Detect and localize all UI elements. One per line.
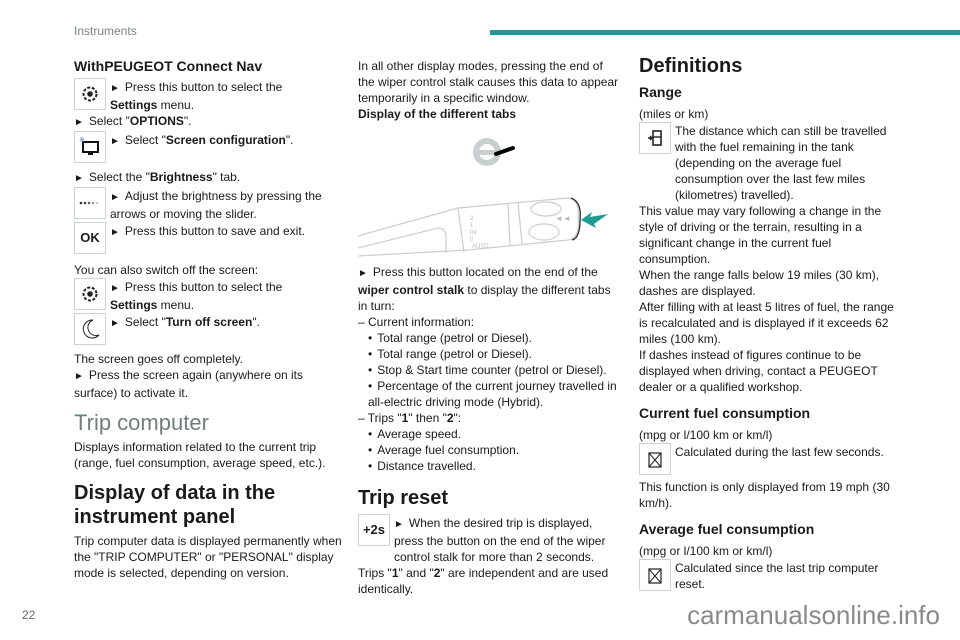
brightness-slider-icon — [74, 187, 106, 219]
screen-off-text: The screen goes off completely. — [74, 352, 243, 366]
trip-reset-heading: Trip reset — [358, 487, 449, 509]
ok-button-icon: OK — [74, 222, 106, 254]
step-settings: Press this button to select theSettings … — [74, 78, 342, 113]
step-screen-config: Select "Screen configuration". — [74, 131, 342, 163]
column-1: WithPEUGEOT Connect Nav Press this butto… — [74, 58, 342, 581]
column-3: Definitions Range (miles or km) The dist… — [639, 55, 899, 592]
steering-wheel-icon — [473, 138, 515, 166]
range-dashes: When the range falls below 19 miles (30 … — [639, 268, 880, 298]
list-item: Average speed. — [358, 426, 620, 442]
step-brightness-tab: Select the "Brightness" tab. — [74, 169, 342, 187]
teal-arrow-icon — [581, 212, 608, 228]
list-item: Distance travelled. — [358, 458, 620, 474]
current-info-label: – Current information: — [358, 315, 475, 329]
trips-independent: Trips "1" and "2" are independent and ar… — [358, 566, 609, 596]
fuel-pump-icon — [639, 122, 671, 154]
step-turn-off: Select "Turn off screen". — [74, 313, 342, 345]
average-consumption-heading: Average fuel consumption — [639, 521, 815, 537]
hold-2s-icon: +2s — [358, 514, 390, 546]
jerrycan-icon — [639, 443, 671, 475]
svg-text:AUTO: AUTO — [472, 244, 489, 250]
switch-off-intro: You can also switch off the screen: — [74, 263, 259, 277]
range-definition: The distance which can still be travelle… — [639, 122, 899, 203]
step-ok: OK Press this button to save and exit. — [74, 222, 342, 254]
list-item: Percentage of the current journey travel… — [358, 378, 620, 410]
settings-gear-icon — [74, 78, 106, 110]
moon-icon — [74, 313, 106, 345]
current-note: This function is only displayed from 19 … — [639, 480, 890, 510]
list-item: Total range (petrol or Diesel). — [358, 346, 620, 362]
wiper-stalk-illustration: 2 1 Int 0 AUTO ◄◄ — [357, 128, 620, 258]
ok-text: Press this button to save and exit. — [124, 224, 306, 238]
step-settings-2: Press this button to select theSettings … — [74, 278, 342, 313]
list-item: Stop & Start time counter (petrol or Die… — [358, 362, 620, 378]
current-consumption-heading: Current fuel consumption — [639, 405, 811, 421]
column-2: In all other display modes, pressing the… — [357, 58, 620, 597]
screen-brightness-icon — [74, 131, 106, 163]
trip-reset-step: +2s When the desired trip is displayed, … — [358, 514, 620, 565]
trip-computer-heading: Trip computer — [74, 410, 209, 435]
press-button-text: Press this button located on the end of … — [358, 264, 620, 314]
page-number: 22 — [22, 608, 36, 622]
reactivate-text: Press the screen again (anywhere on its … — [74, 367, 342, 401]
step-text: Press this button to select the — [110, 80, 282, 94]
range-refill: After filling with at least 5 litres of … — [639, 300, 894, 346]
step-adjust: Adjust the brightness by pressing the ar… — [74, 187, 342, 222]
display-data-desc: Trip computer data is displayed permanen… — [74, 534, 342, 580]
range-units: (miles or km) — [639, 107, 709, 121]
step-tail: menu. — [157, 98, 195, 112]
range-contact: If dashes instead of figures continue to… — [639, 348, 878, 394]
svg-text:1: 1 — [470, 223, 474, 229]
svg-text:◄◄: ◄◄ — [555, 214, 571, 223]
svg-text:2: 2 — [470, 216, 474, 222]
list-item: Average fuel consumption. — [358, 442, 620, 458]
average-units: (mpg or l/100 km or km/l) — [639, 544, 773, 558]
jerrycan-icon — [639, 559, 671, 591]
current-units: (mpg or l/100 km or km/l) — [639, 428, 773, 442]
trip-computer-desc: Displays information related to the curr… — [74, 440, 326, 470]
range-vary: This value may vary following a change i… — [639, 204, 882, 266]
svg-text:Int: Int — [470, 230, 477, 236]
trips-label: – Trips "1" then "2": — [358, 411, 462, 425]
adjust-text: Adjust the brightness by pressing the ar… — [110, 189, 322, 221]
settings-bold: Settings — [110, 98, 158, 112]
step-options: Select "OPTIONS". — [74, 113, 342, 131]
stalk-labels: 21Int0AUTO — [470, 216, 489, 250]
section-title: Instruments — [74, 24, 137, 38]
current-consumption-def: Calculated during the last few seconds. — [639, 443, 899, 475]
connect-nav-heading: WithPEUGEOT Connect Nav — [74, 58, 263, 74]
other-modes-intro: In all other display modes, pressing the… — [358, 59, 619, 105]
watermark: carmanualsonline.info — [687, 600, 940, 630]
tabs-heading: Display of the different tabs — [358, 107, 517, 121]
display-data-heading: Display of data in the instrument panel — [74, 482, 276, 528]
list-item: Total range (petrol or Diesel). — [358, 330, 620, 346]
range-heading: Range — [639, 84, 682, 100]
header-accent-bar — [490, 30, 960, 35]
wiper-stalk — [357, 197, 579, 257]
svg-text:0: 0 — [470, 237, 474, 243]
settings-gear-icon — [74, 278, 106, 310]
average-consumption-def: Calculated since the last trip computer … — [639, 559, 899, 592]
definitions-heading: Definitions — [639, 55, 743, 77]
